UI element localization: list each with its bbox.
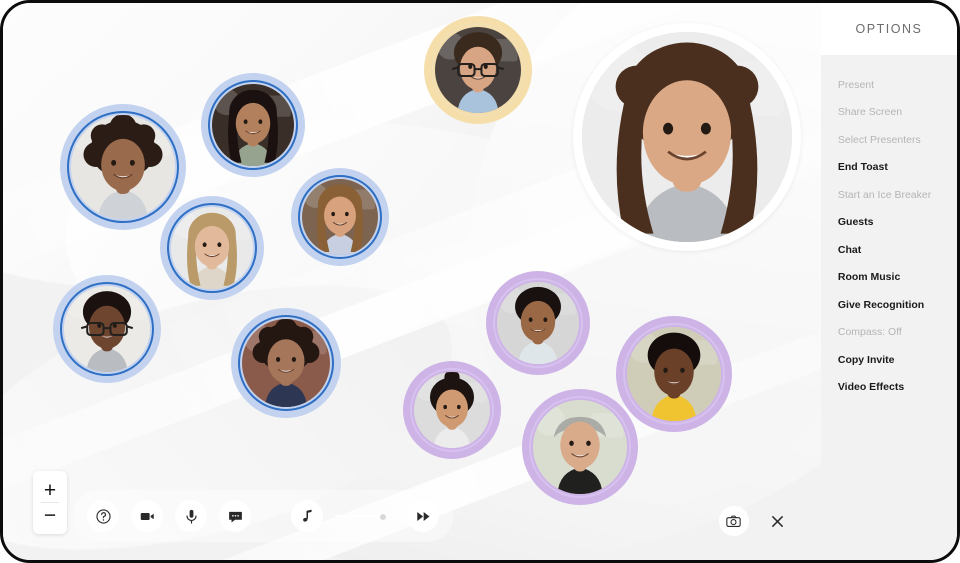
options-panel: OPTIONS Present Share Screen Select Presen… xyxy=(820,3,957,560)
panel-scrollbar[interactable] xyxy=(952,61,955,261)
participant-tile[interactable] xyxy=(486,271,590,375)
help-icon[interactable] xyxy=(87,500,119,532)
participant-avatar xyxy=(627,327,721,421)
participant-avatar xyxy=(171,207,253,289)
option-item-select-presenters: Select Presenters xyxy=(837,133,921,146)
participant-avatar xyxy=(533,400,627,494)
participant-tile[interactable] xyxy=(160,196,264,300)
camera-icon[interactable] xyxy=(718,506,749,536)
participant-tile[interactable] xyxy=(291,168,389,266)
option-item-room-music[interactable]: Room Music xyxy=(821,264,957,292)
participant-tile[interactable] xyxy=(53,275,161,383)
app-frame: + − OPTIONS Present Share Screen Select … xyxy=(0,0,960,563)
participant-tile[interactable] xyxy=(616,316,732,432)
music-note-icon[interactable] xyxy=(291,500,323,532)
participant-avatar xyxy=(242,319,330,407)
participant-tile[interactable] xyxy=(522,389,638,505)
options-list[interactable]: Present Share Screen Select Presenters End … xyxy=(820,55,957,560)
zoom-out-button[interactable]: − xyxy=(33,503,67,527)
participant-tile[interactable] xyxy=(424,16,532,124)
zoom-in-button[interactable]: + xyxy=(33,478,67,502)
option-item-start-an-ice-breaker: Start an Ice Breaker xyxy=(837,188,932,201)
participant-avatar xyxy=(497,282,579,364)
option-item-chat[interactable]: Chat xyxy=(821,236,957,264)
control-bar[interactable] xyxy=(73,490,453,542)
option-item-video-effects[interactable]: Video Effects xyxy=(821,374,957,402)
option-item-end-toast[interactable]: End Toast xyxy=(821,154,957,182)
participant-avatar xyxy=(71,115,175,219)
participant-tile[interactable] xyxy=(60,104,186,230)
participant-avatar xyxy=(64,286,150,372)
close-icon[interactable] xyxy=(763,506,793,536)
participant-tile[interactable] xyxy=(573,23,801,251)
participant-tile[interactable] xyxy=(403,361,501,459)
room-canvas[interactable]: + − xyxy=(3,3,821,560)
participant-tile[interactable] xyxy=(201,73,305,177)
chat-icon[interactable] xyxy=(219,500,251,532)
option-item-copy-invite[interactable]: Copy Invite xyxy=(821,346,957,374)
participant-avatar xyxy=(212,84,294,166)
participant-tile[interactable] xyxy=(231,308,341,418)
option-item-give-recognition[interactable]: Give Recognition xyxy=(821,291,957,319)
options-panel-title: OPTIONS xyxy=(820,3,957,55)
video-icon[interactable] xyxy=(131,500,163,532)
microphone-icon[interactable] xyxy=(175,500,207,532)
fast-forward-icon[interactable] xyxy=(407,500,439,532)
stage: + − OPTIONS Present Share Screen Select … xyxy=(3,3,957,560)
right-actions[interactable] xyxy=(718,506,793,536)
participant-avatar xyxy=(582,32,792,242)
participant-avatar xyxy=(414,372,490,448)
option-item-share-screen: Share Screen xyxy=(837,106,903,119)
option-item-guests[interactable]: Guests xyxy=(821,209,957,237)
music-volume-slider[interactable] xyxy=(335,509,395,523)
slider-thumb[interactable] xyxy=(379,513,387,521)
participant-avatar xyxy=(302,179,378,255)
option-item-present: Present xyxy=(837,78,875,91)
participant-avatar xyxy=(435,27,521,113)
option-item-compass: Compass: Off xyxy=(837,326,902,339)
zoom-control[interactable]: + − xyxy=(33,471,67,534)
